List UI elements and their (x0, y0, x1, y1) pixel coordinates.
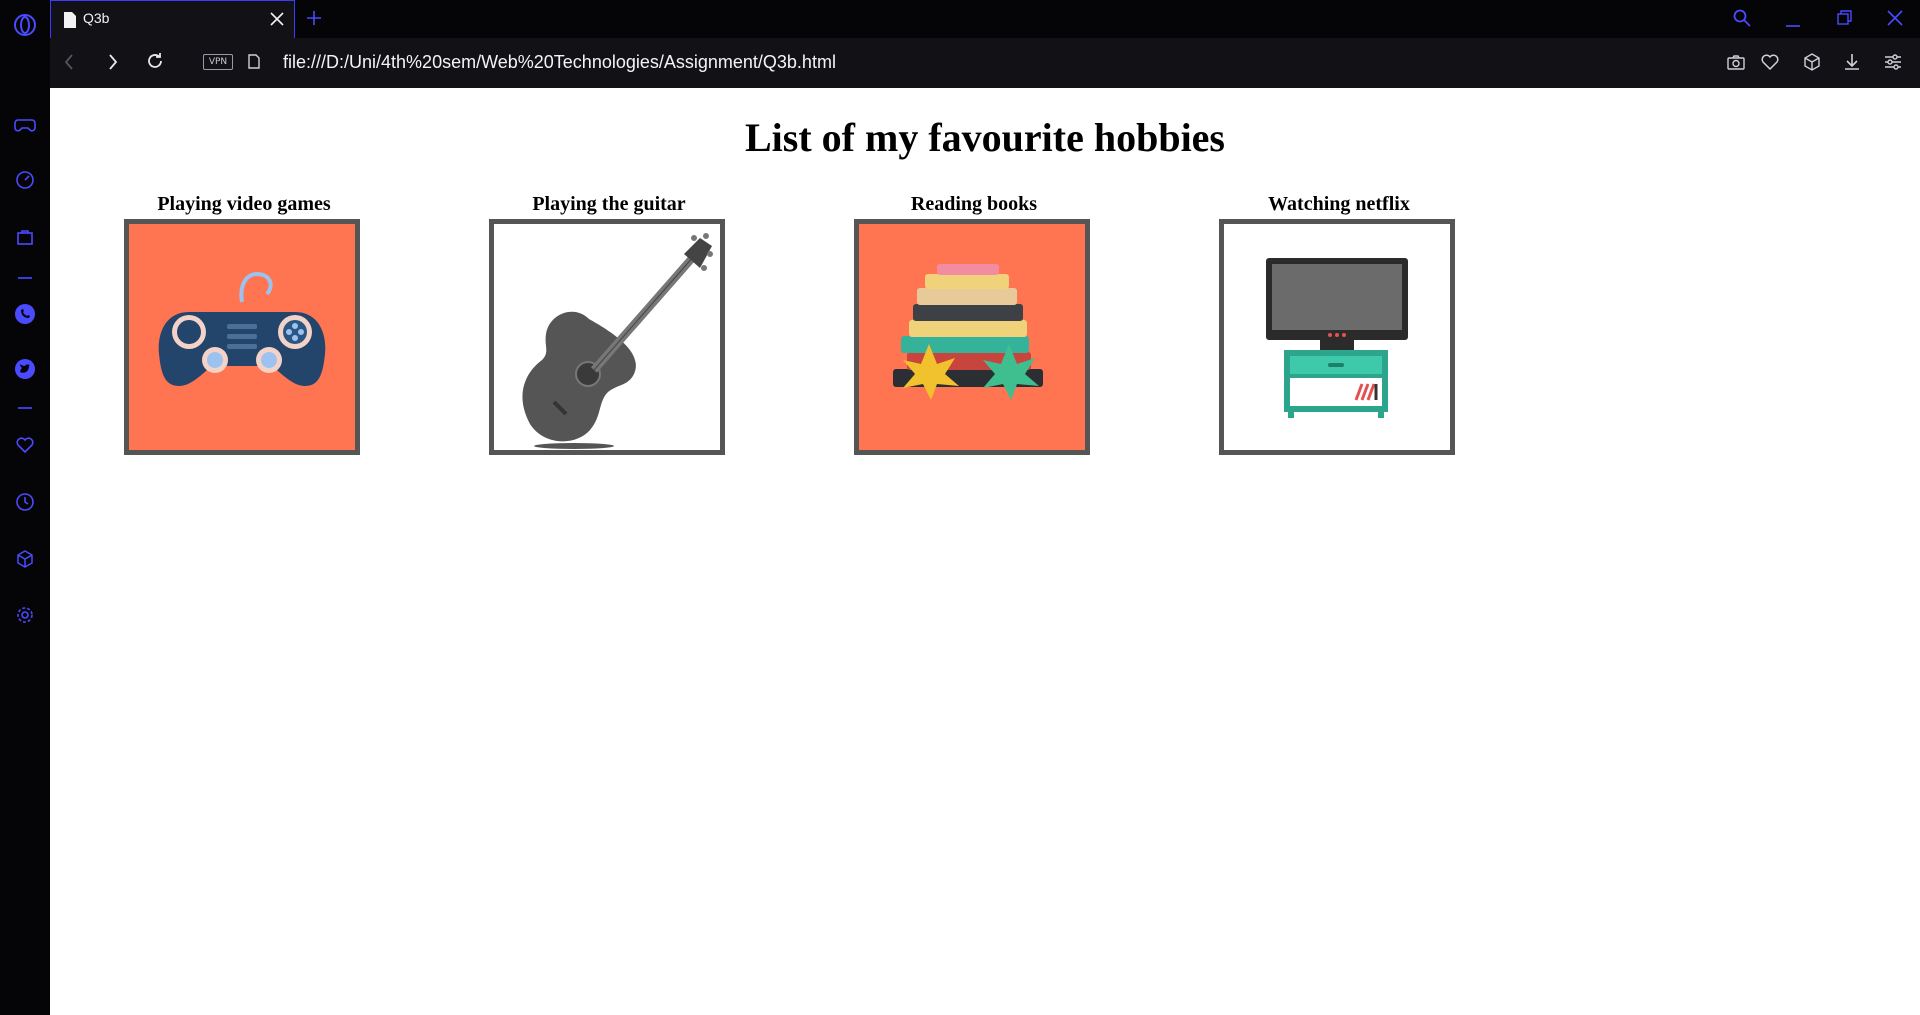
bookmark-heart-icon[interactable] (1760, 52, 1780, 72)
minimize-window-icon[interactable] (1783, 10, 1803, 30)
heart-icon[interactable] (13, 433, 37, 457)
vpn-badge[interactable]: VPN (203, 54, 233, 70)
opera-logo-icon[interactable] (13, 13, 37, 37)
search-tabs-icon[interactable] (1732, 8, 1752, 28)
hobby-label: Playing the guitar (532, 193, 686, 215)
tab-bar: Q3b (50, 0, 1920, 38)
guitar-icon (522, 233, 713, 449)
hobby-card: Playing the guitar (489, 191, 729, 455)
close-window-icon[interactable] (1885, 8, 1905, 28)
hobby-label: Watching netflix (1268, 193, 1410, 215)
extension-cube-icon[interactable] (1802, 52, 1822, 72)
download-icon[interactable] (1842, 52, 1862, 72)
gamepad-icon (158, 271, 326, 386)
hobby-card: Playing video games (124, 191, 364, 455)
books-icon (893, 264, 1043, 400)
forward-arrow-icon[interactable] (105, 53, 121, 71)
page-file-icon[interactable] (247, 52, 261, 70)
snapshot-camera-icon[interactable] (1726, 52, 1746, 72)
new-tab-plus-icon[interactable] (305, 9, 323, 27)
hobby-label: Reading books (910, 193, 1038, 215)
url-field[interactable]: file:///D:/Uni/4th%20sem/Web%20Technolog… (283, 52, 836, 73)
extensions-cube-icon[interactable] (13, 547, 37, 571)
twitter-icon[interactable] (13, 357, 37, 381)
shopping-bag-icon[interactable] (13, 225, 37, 249)
restore-window-icon[interactable] (1835, 8, 1855, 28)
hobby-image (1219, 219, 1455, 455)
web-page: List of my favourite hobbies Playing vid… (50, 88, 1920, 1015)
sidebar-separator (18, 277, 32, 279)
easy-setup-sliders-icon[interactable] (1883, 52, 1903, 72)
history-clock-icon[interactable] (13, 490, 37, 514)
reload-icon[interactable] (145, 51, 165, 71)
whatsapp-icon[interactable] (13, 302, 37, 326)
settings-gear-icon[interactable] (13, 603, 37, 627)
tab-q3b[interactable]: Q3b (50, 0, 295, 38)
back-arrow-icon[interactable] (61, 53, 77, 71)
gaming-controller-icon[interactable] (13, 113, 37, 137)
hobby-card: Reading books (854, 191, 1094, 455)
hobby-label: Playing video games (157, 193, 331, 215)
tab-title: Q3b (83, 10, 110, 26)
hobby-card: Watching netflix (1219, 191, 1459, 455)
page-title: List of my favourite hobbies (745, 115, 1225, 160)
sidebar-separator (18, 407, 32, 409)
hobby-image (489, 219, 725, 455)
tv-icon (1266, 258, 1408, 418)
hobby-image (124, 219, 360, 455)
address-bar: VPN file:///D:/Uni/4th%20sem/Web%20Techn… (50, 38, 1920, 88)
hobby-image (854, 219, 1090, 455)
browser-sidebar (0, 0, 51, 1015)
file-icon (63, 11, 77, 28)
speed-dial-icon[interactable] (13, 168, 37, 192)
close-tab-icon[interactable] (269, 11, 285, 27)
